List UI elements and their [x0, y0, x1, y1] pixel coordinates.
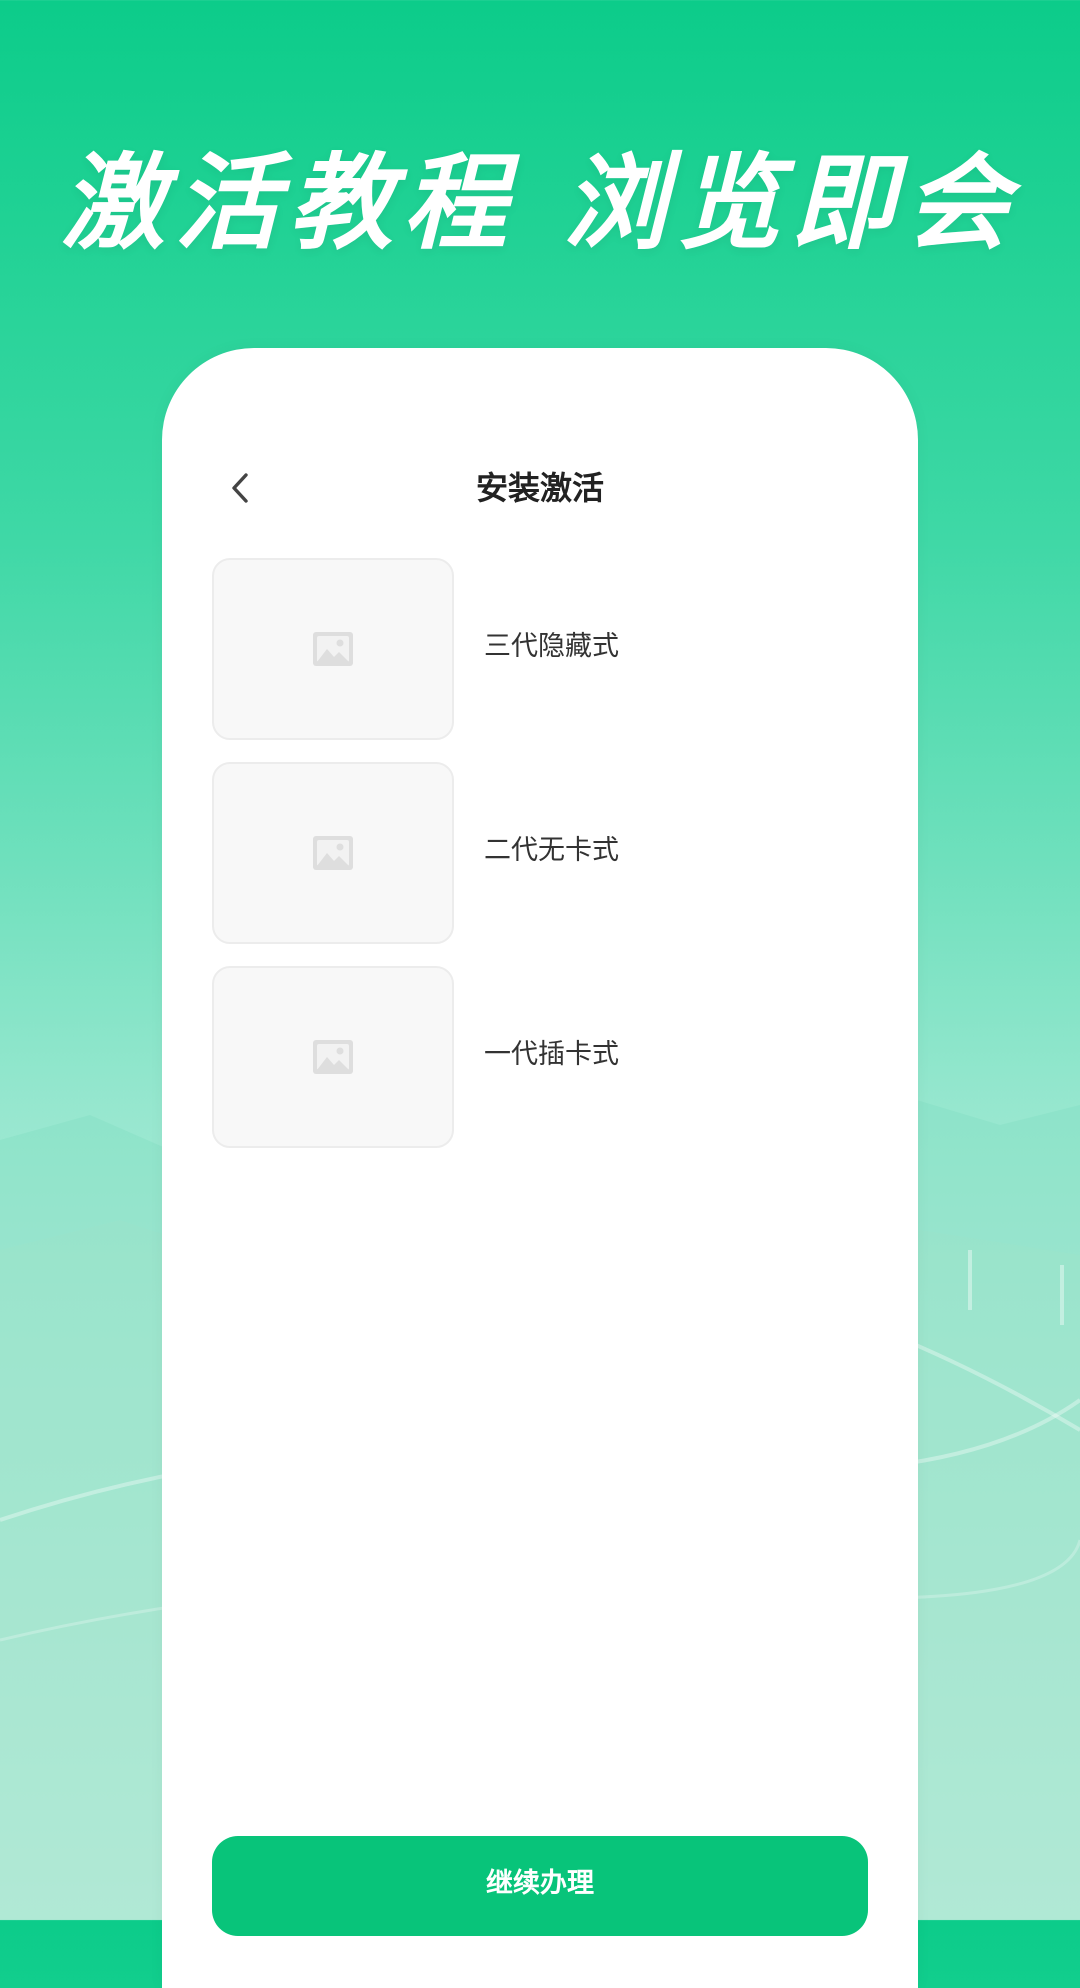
list-item-label: 一代插卡式	[484, 1039, 619, 1070]
image-placeholder-icon	[313, 836, 353, 870]
page-title: 安装激活	[475, 469, 604, 507]
nav-bar: 安装激活	[162, 458, 918, 518]
image-placeholder-icon	[313, 632, 353, 666]
promo-headline: 激活教程 浏览即会	[60, 142, 1020, 264]
thumbnail	[212, 558, 454, 740]
list-item-gen1[interactable]: 一代插卡式	[212, 966, 868, 1148]
list-item-label: 三代隐藏式	[484, 631, 619, 662]
thumbnail	[212, 966, 454, 1148]
tutorial-list: 三代隐藏式 二代无卡式 一代插卡式	[212, 558, 868, 1170]
list-item-label: 二代无卡式	[484, 835, 619, 866]
list-item-gen3[interactable]: 三代隐藏式	[212, 558, 868, 740]
thumbnail	[212, 762, 454, 944]
phone-mockup-card: 安装激活 三代隐藏式 二代无卡式 一代插卡式 继续办理	[162, 348, 918, 1988]
continue-button[interactable]: 继续办理	[212, 1836, 868, 1936]
list-item-gen2[interactable]: 二代无卡式	[212, 762, 868, 944]
image-placeholder-icon	[313, 1040, 353, 1074]
